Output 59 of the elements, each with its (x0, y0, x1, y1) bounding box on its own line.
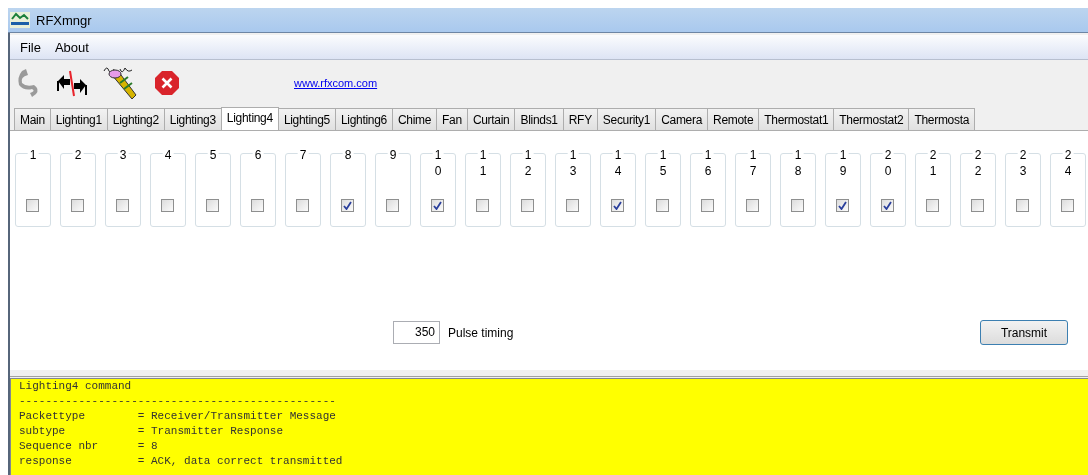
pulse-timing-label: Pulse timing (448, 325, 514, 340)
tab[interactable]: Chime (391, 108, 438, 130)
window-title: RFXmngr (36, 12, 92, 28)
tab[interactable]: Lighting6 (334, 108, 393, 130)
menu-item[interactable]: File (14, 39, 47, 55)
checkbox[interactable] (611, 199, 624, 212)
log-line: ------------------------------------------------ (19, 394, 337, 409)
tab[interactable]: Camera (655, 108, 709, 130)
checkbox[interactable] (296, 199, 309, 212)
tab[interactable]: Blinds1 (514, 108, 564, 130)
checkbox[interactable] (161, 199, 174, 212)
tab[interactable]: Main (14, 108, 51, 130)
tab[interactable]: RFY (562, 108, 598, 130)
log-line: subtype = Transmitter Response (19, 424, 285, 439)
checkbox[interactable] (836, 199, 849, 212)
tab[interactable]: Remote (707, 108, 760, 130)
menu-item[interactable]: About (48, 39, 95, 55)
stop-icon[interactable] (154, 70, 180, 96)
checkbox[interactable] (206, 199, 219, 212)
log-line: Sequence nbr = 8 (19, 439, 159, 454)
checkbox[interactable] (746, 199, 759, 212)
checkbox[interactable] (566, 199, 579, 212)
checkbox[interactable] (881, 199, 894, 212)
checkbox[interactable] (1016, 199, 1029, 212)
checkbox[interactable] (521, 199, 534, 212)
checkbox[interactable] (1061, 199, 1074, 212)
tab[interactable]: Curtain (466, 108, 516, 130)
disconnect-arrows-icon[interactable] (56, 69, 88, 97)
tab[interactable]: Lighting1 (49, 108, 108, 130)
checkbox[interactable] (656, 199, 669, 212)
log-line: Lighting4 command (19, 379, 133, 394)
pulse-timing-field[interactable]: 350 (393, 321, 440, 344)
tab[interactable]: Thermosta (908, 108, 976, 130)
checkbox[interactable] (71, 199, 84, 212)
checkbox[interactable] (926, 199, 939, 212)
tab[interactable]: Lighting4 (220, 107, 279, 130)
tab[interactable]: Lighting3 (163, 108, 222, 130)
checkbox[interactable] (116, 199, 129, 212)
tab[interactable]: Lighting2 (106, 108, 165, 130)
checkbox[interactable] (971, 199, 984, 212)
checkbox[interactable] (701, 199, 714, 212)
checkbox[interactable] (341, 199, 354, 212)
website-link[interactable]: www.rfxcom.com (294, 77, 378, 89)
checkbox[interactable] (476, 199, 489, 212)
checkbox[interactable] (251, 199, 264, 212)
tab[interactable]: Thermostat2 (833, 108, 910, 130)
tab[interactable]: Lighting5 (277, 108, 336, 130)
app-logo-icon (10, 12, 30, 28)
log-line: response = ACK, data correct transmitted (19, 454, 344, 469)
log-line: Packettype = Receiver/Transmitter Message (19, 409, 337, 424)
splitter-bar[interactable] (10, 369, 1088, 377)
checkbox[interactable] (26, 199, 39, 212)
checkbox[interactable] (431, 199, 444, 212)
tab[interactable]: Fan (436, 108, 468, 130)
checkbox[interactable] (386, 199, 399, 212)
tab[interactable]: Security1 (596, 108, 657, 130)
transmit-button[interactable]: Transmit (980, 320, 1068, 345)
checkbox[interactable] (791, 199, 804, 212)
tab[interactable]: Thermostat1 (758, 108, 835, 130)
